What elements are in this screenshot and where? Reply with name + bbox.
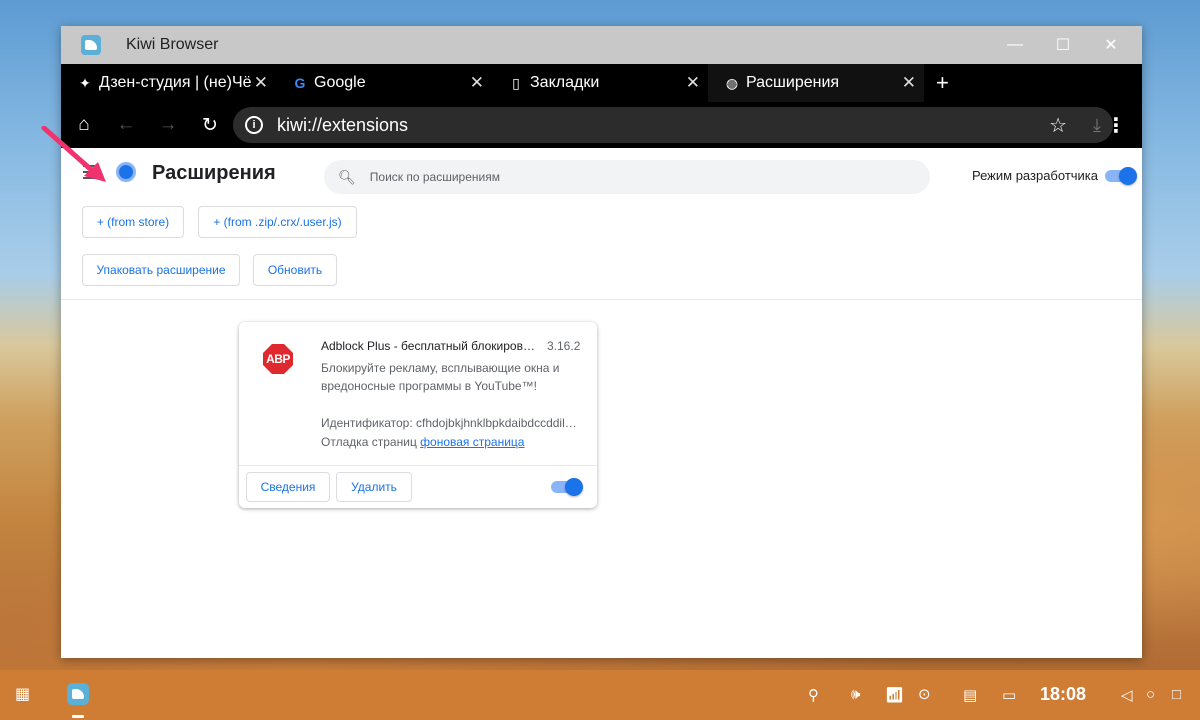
close-tab-icon[interactable]: ✕ xyxy=(686,73,700,93)
kiwi-app-icon xyxy=(81,35,101,55)
search-input[interactable] xyxy=(369,170,890,184)
reload-icon[interactable]: ↻ xyxy=(189,114,231,137)
tab-extensions[interactable]: ◍ Расширения ✕ xyxy=(708,64,924,102)
minimize-icon[interactable]: — xyxy=(1006,36,1024,54)
background-page-link[interactable]: фоновая страница xyxy=(420,435,524,449)
extension-card: ABP Adblock Plus - бесплатный блокировщи… xyxy=(239,322,597,508)
star-icon[interactable]: ☆ xyxy=(1049,113,1067,138)
start-menu-icon[interactable]: ▦ xyxy=(15,684,30,704)
inspect-views: Отладка страниц фоновая страница xyxy=(321,435,524,449)
back-nav-icon[interactable]: ◁ xyxy=(1121,686,1133,704)
remove-button[interactable]: Удалить xyxy=(336,472,412,502)
maximize-icon[interactable]: ☐ xyxy=(1054,35,1072,55)
close-tab-icon[interactable]: ✕ xyxy=(470,73,484,93)
notes-icon[interactable]: ▤ xyxy=(963,686,977,704)
tab-label: Закладки xyxy=(530,74,600,91)
search-icon: 🔍︎ xyxy=(338,168,356,185)
tab-dzen[interactable]: ✦ Дзен-студия | (не)Чё ✕ xyxy=(61,64,276,102)
details-button[interactable]: Сведения xyxy=(246,472,330,502)
title-bar[interactable]: Kiwi Browser — ☐ ✕ xyxy=(61,26,1142,64)
add-from-file-button[interactable]: + (from .zip/.crx/.user.js) xyxy=(198,206,357,238)
browser-window: Kiwi Browser — ☐ ✕ ✦ Дзен-студия | (не)Ч… xyxy=(61,26,1142,658)
search-icon[interactable]: ⚲ xyxy=(808,686,819,704)
url-text[interactable]: kiwi://extensions xyxy=(277,115,408,136)
extensions-header: Расширения 🔍︎ Режим разработчика xyxy=(61,148,1142,204)
clock[interactable]: 18:08 xyxy=(1040,684,1086,705)
extension-description: Блокируйте рекламу, всплывающие окна и в… xyxy=(321,361,560,393)
home-nav-icon[interactable]: ○ xyxy=(1146,686,1155,703)
tab-label: Дзен-студия | (не)Чё xyxy=(99,74,252,91)
volume-icon[interactable]: 🕪︎ xyxy=(851,686,860,703)
globe-icon: ◍ xyxy=(725,74,739,91)
close-icon[interactable]: ✕ xyxy=(1102,35,1120,55)
close-tab-icon[interactable]: ✕ xyxy=(254,73,268,93)
inspect-views-label: Отладка страниц xyxy=(321,435,417,449)
running-indicator xyxy=(72,715,84,718)
tab-google[interactable]: G Google ✕ xyxy=(276,64,492,102)
tab-bookmarks[interactable]: ▯ Закладки ✕ xyxy=(492,64,708,102)
card-divider xyxy=(239,465,597,466)
search-box[interactable]: 🔍︎ xyxy=(324,160,930,194)
download-icon[interactable]: ⤓ xyxy=(1093,115,1101,136)
recents-nav-icon[interactable]: □ xyxy=(1172,686,1181,703)
pink-arrow-annotation xyxy=(41,126,106,182)
sparkle-icon: ✦ xyxy=(79,74,91,91)
google-icon: G xyxy=(294,75,306,91)
header-divider xyxy=(61,299,1142,300)
new-tab-icon[interactable]: + xyxy=(936,70,949,96)
dev-mode-label: Режим разработчика xyxy=(972,168,1099,183)
extension-version: 3.16.2 xyxy=(547,339,581,353)
browser-toolbar: ⌂ ← → ↻ i kiwi://extensions ☆ ⤓ ⋮ xyxy=(61,102,1142,148)
tab-label: Google xyxy=(314,74,366,91)
adblock-plus-icon: ABP xyxy=(263,344,293,374)
dev-mode-toggle[interactable] xyxy=(1105,167,1137,185)
tab-label: Расширения xyxy=(746,74,840,91)
update-button[interactable]: Обновить xyxy=(253,254,337,286)
battery-icon[interactable]: ▭ xyxy=(1002,686,1016,704)
kiwi-taskbar-icon[interactable] xyxy=(67,683,89,705)
location-icon[interactable]: ⊙ xyxy=(918,685,931,703)
taskbar xyxy=(0,670,1200,720)
pack-extension-button[interactable]: Упаковать расширение xyxy=(82,254,240,286)
extension-name: Adblock Plus - бесплатный блокировщик ре… xyxy=(321,339,539,353)
menu-dots-icon[interactable]: ⋮ xyxy=(1106,113,1126,138)
info-icon[interactable]: i xyxy=(245,116,263,134)
tab-strip: ✦ Дзен-студия | (не)Чё ✕ G Google ✕ ▯ За… xyxy=(61,64,1142,102)
address-bar[interactable]: i kiwi://extensions ☆ ⤓ xyxy=(233,107,1113,143)
close-tab-icon[interactable]: ✕ xyxy=(902,73,916,93)
extension-id: Идентификатор: cfhdojbkjhnklbpkdaibdccdd… xyxy=(321,416,579,430)
extension-enable-toggle[interactable] xyxy=(551,478,583,496)
wifi-icon[interactable]: 📶︎ xyxy=(885,686,904,704)
page-icon: ▯ xyxy=(512,74,520,91)
window-title: Kiwi Browser xyxy=(126,36,219,53)
add-from-store-button[interactable]: + (from store) xyxy=(82,206,184,238)
